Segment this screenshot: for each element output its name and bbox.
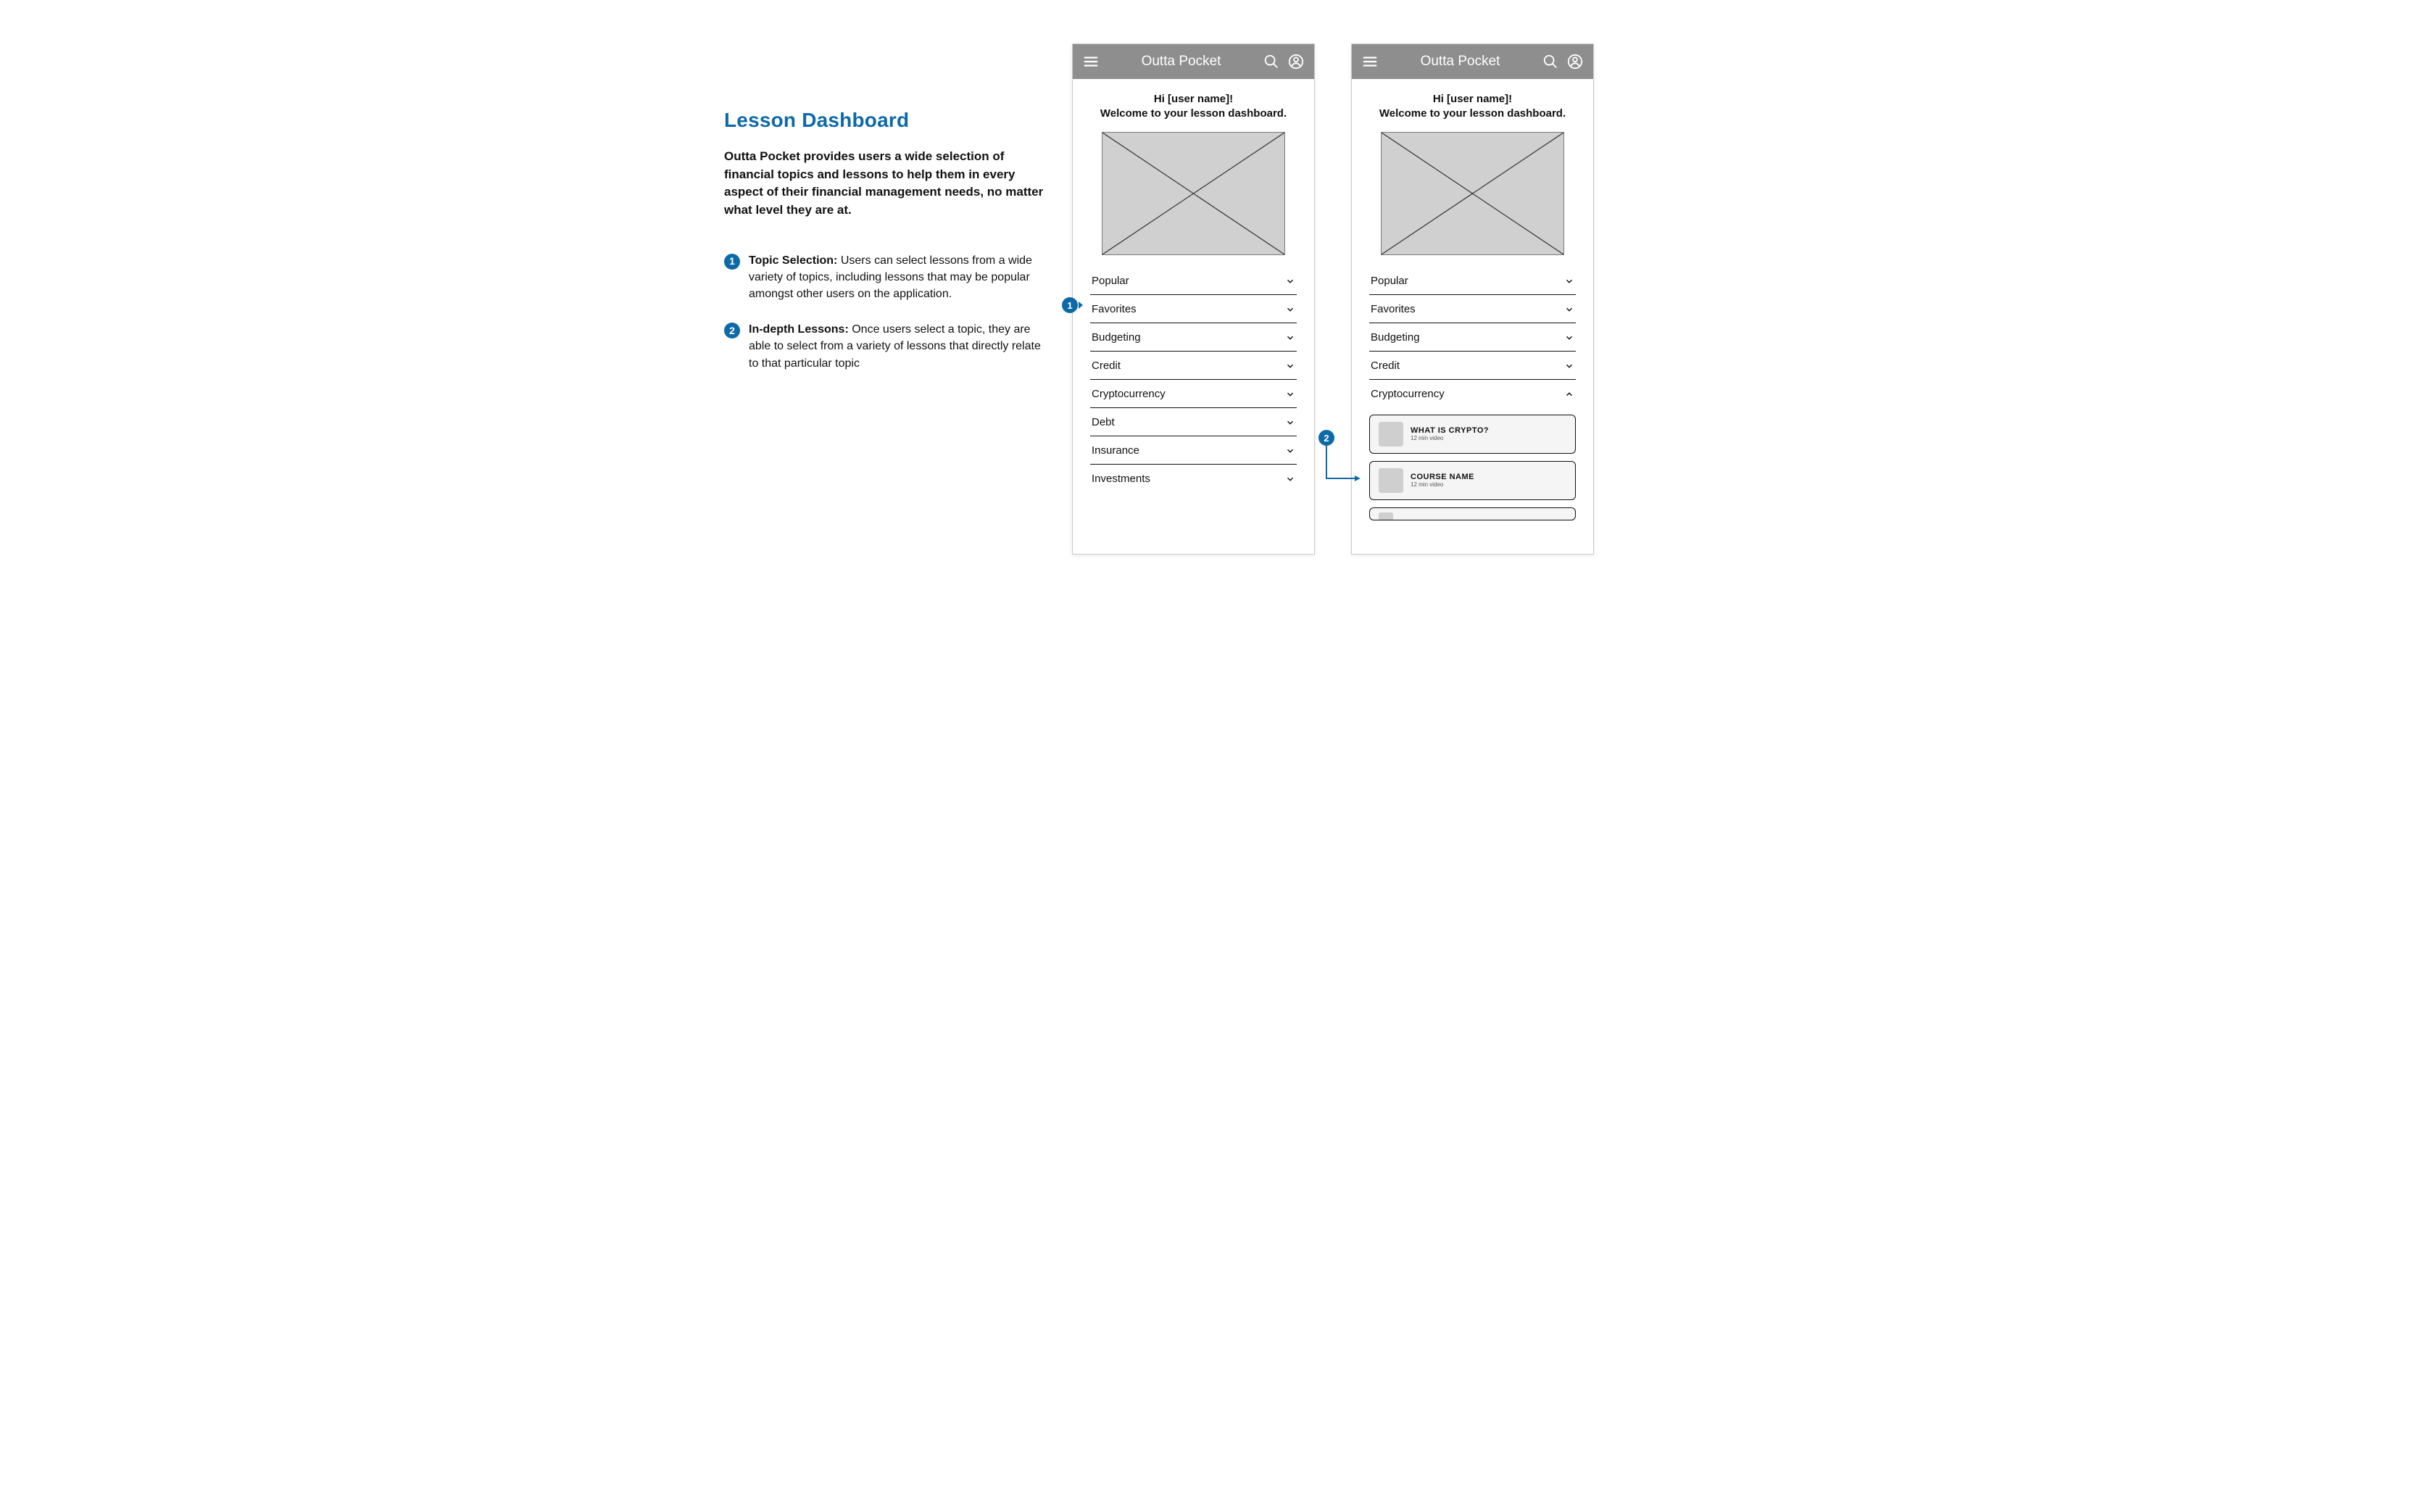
annotation-marker-2: 2 — [1318, 430, 1334, 446]
topic-row-credit[interactable]: Credit — [1369, 352, 1576, 380]
topic-label: Popular — [1371, 275, 1408, 287]
callout-label: In-depth Lessons: — [749, 323, 849, 336]
topic-row-budgeting[interactable]: Budgeting — [1369, 323, 1576, 352]
topic-row-cryptocurrency[interactable]: Cryptocurrency — [1090, 380, 1297, 408]
lesson-subtitle: 12 min video — [1411, 482, 1474, 488]
topic-row-insurance[interactable]: Insurance — [1090, 436, 1297, 465]
profile-icon[interactable] — [1288, 54, 1304, 70]
callout-label: Topic Selection: — [749, 254, 837, 267]
annotation-marker-label: 2 — [1324, 433, 1329, 444]
topic-label: Investments — [1092, 473, 1150, 485]
topic-row-debt[interactable]: Debt — [1090, 408, 1297, 436]
callout-in-depth-lessons: 2 In-depth Lessons: Once users select a … — [724, 321, 1050, 372]
profile-icon[interactable] — [1567, 54, 1583, 70]
chevron-down-icon — [1285, 389, 1295, 399]
topic-label: Debt — [1092, 416, 1115, 428]
chevron-down-icon — [1285, 276, 1295, 286]
lesson-thumbnail-placeholder — [1379, 468, 1403, 493]
search-icon[interactable] — [1542, 54, 1558, 70]
topic-row-investments[interactable]: Investments — [1090, 465, 1297, 492]
section-title: Lesson Dashboard — [724, 109, 1050, 132]
search-icon[interactable] — [1263, 54, 1279, 70]
annotation-marker-label: 1 — [1067, 300, 1072, 311]
app-bar: Outta Pocket — [1352, 44, 1593, 79]
welcome-text: Hi [user name]! Welcome to your lesson d… — [1352, 79, 1593, 130]
phone-mock-collapsed: Outta Pocket Hi [user name]! Welcome to … — [1072, 43, 1315, 554]
chevron-down-icon — [1285, 418, 1295, 428]
lesson-subtitle: 12 min video — [1411, 436, 1489, 441]
topic-label: Favorites — [1371, 303, 1416, 315]
hero-image-placeholder — [1381, 132, 1564, 255]
lesson-card-partial[interactable] — [1369, 507, 1576, 520]
topic-row-credit[interactable]: Credit — [1090, 352, 1297, 380]
topic-list: Popular Favorites Budgeting Credit Crypt… — [1073, 267, 1314, 492]
topic-label: Cryptocurrency — [1371, 388, 1445, 400]
topic-label: Credit — [1092, 360, 1121, 372]
lesson-thumbnail-placeholder — [1379, 512, 1393, 520]
welcome-line-1: Hi [user name]! — [1369, 92, 1576, 107]
topic-label: Popular — [1092, 275, 1129, 287]
topic-row-favorites[interactable]: Favorites — [1369, 295, 1576, 323]
topic-label: Credit — [1371, 360, 1400, 372]
topic-row-budgeting[interactable]: Budgeting — [1090, 323, 1297, 352]
arrowhead-icon — [1079, 302, 1083, 309]
topic-label: Cryptocurrency — [1092, 388, 1166, 400]
chevron-down-icon — [1564, 304, 1574, 315]
topic-list: Popular Favorites Budgeting Credit Crypt… — [1352, 267, 1593, 526]
hamburger-menu-icon[interactable] — [1362, 54, 1378, 70]
lesson-title: COURSE NAME — [1411, 473, 1474, 482]
topic-row-popular[interactable]: Popular — [1090, 267, 1297, 295]
explainer-column: Lesson Dashboard Outta Pocket provides u… — [717, 43, 1050, 391]
topic-row-popular[interactable]: Popular — [1369, 267, 1576, 295]
app-title: Outta Pocket — [1421, 54, 1500, 70]
hamburger-menu-icon[interactable] — [1083, 54, 1099, 70]
welcome-line-2: Welcome to your lesson dashboard. — [1369, 107, 1576, 121]
lesson-card-course-name[interactable]: COURSE NAME 12 min video — [1369, 461, 1576, 500]
lesson-card-what-is-crypto[interactable]: WHAT IS CRYPTO? 12 min video — [1369, 415, 1576, 454]
topic-row-favorites[interactable]: Favorites — [1090, 295, 1297, 323]
chevron-down-icon — [1564, 276, 1574, 286]
mockups-area: 1 2 Outta Pocket — [1072, 43, 1717, 554]
chevron-down-icon — [1285, 361, 1295, 371]
callout-badge-1: 1 — [724, 254, 740, 270]
chevron-down-icon — [1564, 333, 1574, 343]
chevron-down-icon — [1285, 474, 1295, 484]
callout-topic-selection: 1 Topic Selection: Users can select less… — [724, 252, 1050, 303]
lesson-thumbnail-placeholder — [1379, 422, 1403, 446]
callout-list: 1 Topic Selection: Users can select less… — [724, 252, 1050, 372]
annotation-marker-1: 1 — [1062, 297, 1078, 313]
topic-row-cryptocurrency-expanded[interactable]: Cryptocurrency — [1369, 380, 1576, 407]
chevron-down-icon — [1285, 333, 1295, 343]
chevron-down-icon — [1285, 446, 1295, 456]
topic-label: Budgeting — [1371, 331, 1420, 344]
section-description: Outta Pocket provides users a wide selec… — [724, 148, 1050, 220]
welcome-line-2: Welcome to your lesson dashboard. — [1090, 107, 1297, 121]
topic-label: Insurance — [1092, 444, 1139, 457]
chevron-down-icon — [1285, 304, 1295, 315]
topic-label: Budgeting — [1092, 331, 1141, 344]
chevron-up-icon — [1564, 389, 1574, 399]
hero-image-placeholder — [1102, 132, 1285, 255]
topic-label: Favorites — [1092, 303, 1137, 315]
welcome-text: Hi [user name]! Welcome to your lesson d… — [1073, 79, 1314, 130]
app-bar: Outta Pocket — [1073, 44, 1314, 79]
welcome-line-1: Hi [user name]! — [1090, 92, 1297, 107]
lesson-title: WHAT IS CRYPTO? — [1411, 427, 1489, 436]
app-title: Outta Pocket — [1142, 54, 1221, 70]
phone-mock-expanded: Outta Pocket Hi [user name]! Welcome to … — [1351, 43, 1594, 554]
callout-badge-2: 2 — [724, 323, 740, 338]
chevron-down-icon — [1564, 361, 1574, 371]
